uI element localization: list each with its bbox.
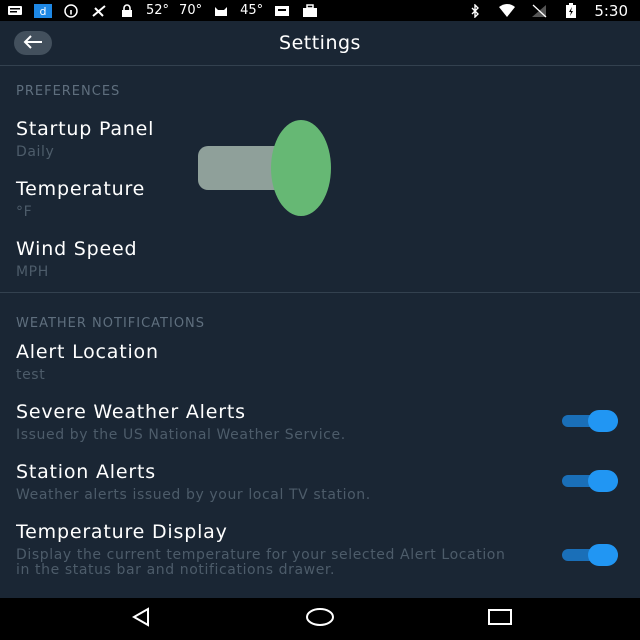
setting-description: Display the current temperature for your… — [16, 547, 506, 578]
setting-title: Temperature Display — [16, 521, 228, 543]
lock-icon — [118, 3, 136, 18]
toggle-thumb — [588, 470, 618, 492]
info-icon — [62, 3, 80, 18]
overlay-blob — [271, 120, 331, 216]
circle-home-icon — [305, 606, 335, 632]
inbox-icon — [273, 4, 291, 18]
setting-description: Issued by the US National Weather Servic… — [16, 427, 346, 443]
setting-severe-weather-alerts[interactable]: Severe Weather Alerts Issued by the US N… — [16, 400, 624, 443]
square-recents-icon — [487, 606, 513, 632]
setting-value: test — [16, 367, 46, 383]
status-temp-1: 52° — [146, 3, 170, 18]
radar-icon — [90, 4, 108, 18]
message-icon — [6, 4, 24, 18]
setting-description: Weather alerts issued by your local TV s… — [16, 487, 371, 503]
toggle-thumb — [588, 410, 618, 432]
setting-station-alerts[interactable]: Station Alerts Weather alerts issued by … — [16, 460, 624, 503]
severe-weather-alerts-toggle[interactable] — [562, 410, 618, 432]
wifi-icon — [498, 3, 516, 18]
status-temp-3: 45° — [240, 3, 264, 18]
briefcase-icon — [301, 3, 319, 18]
battery-icon — [562, 2, 580, 18]
status-bar: d 52° 70° 45° 5:30 — [0, 0, 640, 21]
setting-alert-location[interactable]: Alert Location test — [16, 340, 624, 383]
setting-temperature-display[interactable]: Temperature Display Display the current … — [16, 520, 624, 598]
status-temp-2: 70° — [179, 3, 203, 18]
station-alerts-toggle[interactable] — [562, 470, 618, 492]
nav-back-button[interactable] — [125, 606, 157, 632]
setting-title: Severe Weather Alerts — [16, 401, 246, 423]
page-title: Settings — [279, 32, 361, 54]
cat-icon — [212, 4, 230, 18]
floating-overlay-graphic — [198, 120, 333, 217]
nav-recents-button[interactable] — [484, 606, 516, 632]
app-toolbar: Settings — [0, 21, 640, 66]
toggle-thumb — [588, 544, 618, 566]
svg-text:d: d — [40, 5, 47, 18]
signal-icon — [530, 4, 548, 18]
setting-title: Alert Location — [16, 341, 159, 363]
system-navigation-bar — [0, 598, 640, 640]
setting-title: Wind Speed — [16, 238, 138, 260]
setting-value: MPH — [16, 264, 49, 280]
section-header-preferences: PREFERENCES — [16, 84, 121, 99]
section-divider — [0, 292, 640, 293]
status-time: 5:30 — [594, 1, 628, 20]
app-d-icon: d — [34, 3, 52, 18]
triangle-back-icon — [130, 606, 152, 632]
bluetooth-icon — [466, 3, 484, 18]
setting-wind-speed[interactable]: Wind Speed MPH — [16, 237, 624, 280]
nav-home-button[interactable] — [304, 606, 336, 632]
setting-title: Station Alerts — [16, 461, 156, 483]
temperature-display-toggle[interactable] — [562, 544, 618, 566]
section-header-notifications: WEATHER NOTIFICATIONS — [16, 316, 206, 331]
